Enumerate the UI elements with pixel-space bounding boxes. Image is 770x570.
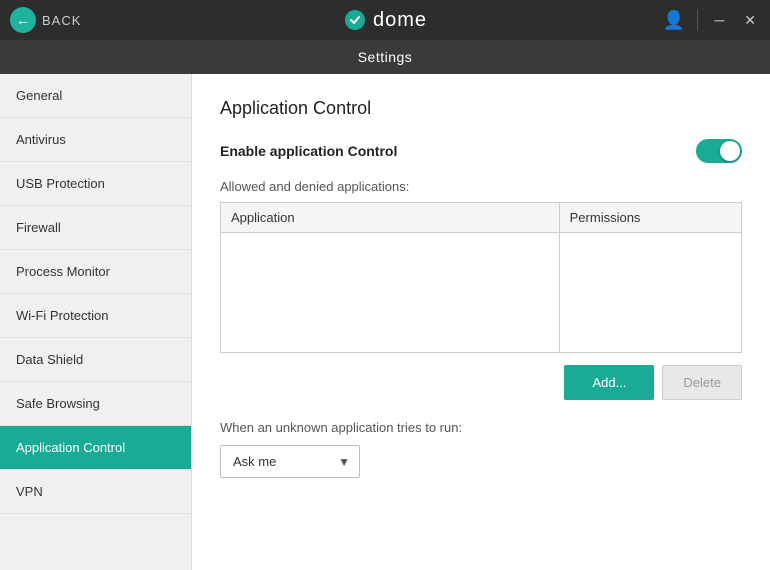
page-title: Application Control <box>220 98 742 119</box>
back-label: BACK <box>42 13 81 28</box>
sidebar-item-process-monitor[interactable]: Process Monitor <box>0 250 191 294</box>
close-button[interactable]: ✕ <box>740 10 760 31</box>
col-permissions: Permissions <box>559 203 741 233</box>
allowed-denied-label: Allowed and denied applications: <box>220 179 742 194</box>
table-buttons: Add... Delete <box>220 365 742 400</box>
enable-toggle-row: Enable application Control <box>220 139 742 163</box>
user-icon[interactable]: 👤 <box>663 10 685 31</box>
sidebar-item-general[interactable]: General <box>0 74 191 118</box>
settings-title: Settings <box>358 49 413 65</box>
sidebar-item-vpn[interactable]: VPN <box>0 470 191 514</box>
table-empty-row <box>221 233 742 353</box>
delete-button: Delete <box>662 365 742 400</box>
table-cell-perm <box>559 233 741 353</box>
sidebar-item-firewall[interactable]: Firewall <box>0 206 191 250</box>
sidebar-item-application-control[interactable]: Application Control <box>0 426 191 470</box>
unknown-app-dropdown[interactable]: Ask me Allow Block <box>220 445 360 478</box>
separator <box>697 9 698 31</box>
sidebar-item-wifi-protection[interactable]: Wi-Fi Protection <box>0 294 191 338</box>
sidebar-item-safe-browsing[interactable]: Safe Browsing <box>0 382 191 426</box>
sidebar: General Antivirus USB Protection Firewal… <box>0 74 192 570</box>
enable-toggle[interactable] <box>696 139 742 163</box>
logo-text: dome <box>373 9 427 32</box>
enable-label: Enable application Control <box>220 143 397 159</box>
settings-header: Settings <box>0 40 770 74</box>
applications-table: Application Permissions <box>220 202 742 353</box>
sidebar-item-usb-protection[interactable]: USB Protection <box>0 162 191 206</box>
content-area: Application Control Enable application C… <box>192 74 770 570</box>
add-button[interactable]: Add... <box>564 365 654 400</box>
table-cell-app <box>221 233 560 353</box>
logo-icon <box>343 8 367 32</box>
main-layout: General Antivirus USB Protection Firewal… <box>0 74 770 570</box>
sidebar-item-antivirus[interactable]: Antivirus <box>0 118 191 162</box>
title-bar: ← BACK dome 👤 ─ ✕ <box>0 0 770 40</box>
back-button[interactable]: ← BACK <box>10 7 81 33</box>
minimize-button[interactable]: ─ <box>710 10 728 30</box>
col-application: Application <box>221 203 560 233</box>
window-controls: 👤 ─ ✕ <box>663 9 760 31</box>
sidebar-item-data-shield[interactable]: Data Shield <box>0 338 191 382</box>
unknown-app-label: When an unknown application tries to run… <box>220 420 742 435</box>
unknown-app-dropdown-container: Ask me Allow Block ▼ <box>220 445 360 478</box>
app-logo: dome <box>343 8 427 32</box>
back-icon: ← <box>10 7 36 33</box>
